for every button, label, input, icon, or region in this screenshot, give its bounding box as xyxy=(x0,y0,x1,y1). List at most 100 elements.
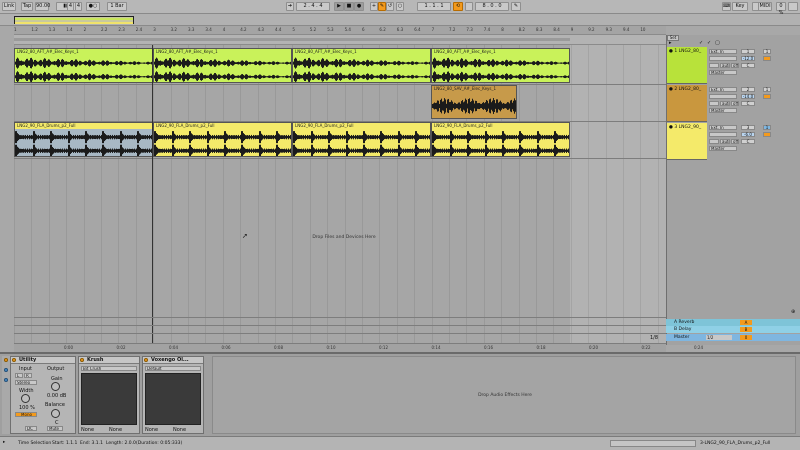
info-toggle-icon[interactable]: ▸ xyxy=(3,440,5,445)
clip-sav-keys[interactable]: LNG2_80_SAV_A#_Elec_Keys_1 xyxy=(431,85,517,119)
monitor-off[interactable]: off xyxy=(731,63,739,68)
zoom-in-icon[interactable]: ⊕ xyxy=(791,309,795,315)
send-letter[interactable]: B xyxy=(740,327,752,332)
pan-field[interactable]: C xyxy=(741,101,755,106)
gain-knob[interactable] xyxy=(51,382,60,391)
key-map-button[interactable]: Key xyxy=(732,2,748,11)
track-number[interactable]: 1 xyxy=(741,49,755,54)
input-type-select[interactable]: Ext. In xyxy=(709,49,737,54)
draw-mode-button[interactable]: ✎ xyxy=(511,2,521,11)
preset-select[interactable]: Default xyxy=(145,366,201,371)
chain-led-blue[interactable] xyxy=(4,378,8,382)
arm-button[interactable] xyxy=(763,56,771,61)
volume-field[interactable]: -14.0 xyxy=(741,94,755,99)
chain-led-blue[interactable] xyxy=(4,368,8,372)
solo-button[interactable]: 1 xyxy=(763,49,771,54)
clip-drums-3[interactable]: LNG2_90_FLA_Drums_p2_Full xyxy=(292,122,431,157)
clip-keys-4[interactable]: LNG2_80_AFT_A#_Elec_Keys_1 xyxy=(431,48,570,83)
beat-ruler[interactable]: 1 1.2 1.3 1.4 2 2.2 2.3 2.4 3 3.2 3.3 3.4 4 4.2 4.3 4.4… xyxy=(14,26,666,35)
output-select[interactable]: Master xyxy=(709,146,737,151)
input-channel-select[interactable] xyxy=(709,56,737,61)
voxengo-device[interactable]: Voxengo Ol... Default None None xyxy=(142,356,204,434)
volume-field[interactable]: -6.0 xyxy=(741,132,755,137)
output-select[interactable]: Master xyxy=(709,70,737,75)
session-record-button[interactable]: ○ xyxy=(396,2,404,11)
clip-keys-2[interactable]: LNG2_80_AFT_A#_Elec_Keys_1 xyxy=(153,48,292,83)
time-ruler[interactable]: 0:00 0:02 0:04 0:06 0:08 0:10 0:12 0:14 0:16 0:18… xyxy=(14,343,703,352)
clip-keys-1[interactable]: LNG2_80_AFT_A#_Elec_Keys_1 xyxy=(14,48,153,83)
input-channel-select[interactable] xyxy=(709,132,737,137)
xy-pad[interactable] xyxy=(145,373,201,425)
dc-button[interactable]: DC xyxy=(25,426,37,431)
clip-drums-4[interactable]: LNG2_90_FLA_Drums_p2_Full xyxy=(431,122,570,157)
master-track[interactable]: Master 1/2 0 xyxy=(666,334,800,341)
width-knob[interactable] xyxy=(21,394,30,403)
monitor-in[interactable] xyxy=(709,101,719,106)
phase-r-button[interactable]: R xyxy=(24,373,32,378)
footer-a[interactable]: None xyxy=(81,427,94,433)
arm-button[interactable] xyxy=(763,132,771,137)
solo-button[interactable]: 1 xyxy=(763,125,771,130)
arrangement-overview[interactable] xyxy=(0,14,800,26)
key-map-icon-box[interactable]: ⌨ xyxy=(722,2,731,11)
solo-button[interactable]: 1 xyxy=(763,87,771,92)
mute-button[interactable]: Mute xyxy=(47,426,63,431)
return-track-b[interactable]: B Delay B xyxy=(666,326,800,333)
reenable-automation-button[interactable]: ↺ xyxy=(386,2,394,11)
send-letter[interactable]: A xyxy=(740,320,752,325)
chain-led[interactable] xyxy=(4,358,8,362)
metronome-button[interactable]: ●○ xyxy=(86,2,100,11)
preset-select[interactable]: Bit Crush xyxy=(81,366,137,371)
monitor-in[interactable] xyxy=(709,139,719,144)
arrangement-view[interactable]: LNG2_80_AFT_A#_Elec_Keys_1 LNG2_80_AFT_A… xyxy=(14,45,666,345)
pan-field[interactable]: C xyxy=(741,63,755,68)
loop-length[interactable]: 8 . 0 . 0 xyxy=(475,2,509,11)
link-button[interactable]: Link xyxy=(2,2,16,11)
track-activator-icon[interactable]: ● xyxy=(669,87,673,92)
input-type-select[interactable]: Ext. In xyxy=(709,87,737,92)
loop-switch[interactable]: ⟲ xyxy=(453,2,463,11)
monitor-off[interactable]: off xyxy=(731,101,739,106)
clip-drums-2[interactable]: LNG2_90_FLA_Drums_p2_Full xyxy=(153,122,292,157)
monitor-auto[interactable]: auto xyxy=(720,101,730,106)
loop-start[interactable]: 1 . 1 . 1 xyxy=(417,2,451,11)
krush-device[interactable]: Krush Bit Crush None None xyxy=(78,356,140,434)
sig-denominator[interactable]: 4 xyxy=(75,2,82,11)
check-icon[interactable]: ✓ xyxy=(699,40,703,46)
tap-button[interactable]: Tap xyxy=(21,2,33,11)
output-select[interactable]: Master xyxy=(709,108,737,113)
pan-field[interactable]: C xyxy=(741,139,755,144)
quantize-menu[interactable]: 1 Bar xyxy=(107,2,127,11)
footer-b[interactable]: None xyxy=(109,427,122,433)
monitor-in[interactable] xyxy=(709,63,719,68)
balance-knob[interactable] xyxy=(51,409,60,418)
footer-b[interactable]: None xyxy=(173,427,186,433)
loop-brace[interactable] xyxy=(14,38,570,41)
song-position[interactable]: 2 . 4 . 4 xyxy=(296,2,330,11)
device-on-led[interactable] xyxy=(80,358,84,362)
mini-overview[interactable] xyxy=(610,440,696,447)
input-channel-select[interactable] xyxy=(709,94,737,99)
cue-out-select[interactable]: 1/2 xyxy=(706,335,732,340)
monitor-auto[interactable]: auto xyxy=(720,63,730,68)
footer-a[interactable]: None xyxy=(145,427,158,433)
device-on-led[interactable] xyxy=(144,358,148,362)
square-icon[interactable]: ▢ xyxy=(715,40,720,46)
fold-icon[interactable]: ▸ xyxy=(669,40,672,46)
return-track-a[interactable]: A Reverb A xyxy=(666,319,800,326)
track-2-header[interactable]: ● 2 LNG2_80_ xyxy=(667,85,707,122)
automation-arm-button[interactable]: ✎ xyxy=(378,2,386,11)
input-type-select[interactable]: Ext. In xyxy=(709,125,737,130)
stop-button[interactable]: ■ xyxy=(344,2,354,11)
track-number[interactable]: 3 xyxy=(741,125,755,130)
channel-mode-select[interactable]: Stereo xyxy=(15,380,37,385)
record-button[interactable]: ● xyxy=(354,2,364,11)
clip-keys-3[interactable]: LNG2_80_AFT_A#_Elec_Keys_1 xyxy=(292,48,431,83)
master-letter[interactable]: 0 xyxy=(740,335,752,340)
device-on-led[interactable] xyxy=(12,358,16,362)
midi-map-button[interactable]: MIDI xyxy=(758,2,772,11)
mono-button[interactable]: Mono xyxy=(15,412,37,417)
track-activator-icon[interactable]: ● xyxy=(669,125,673,130)
follow-button[interactable]: ➔ xyxy=(286,2,294,11)
play-button[interactable]: ▶ xyxy=(334,2,344,11)
